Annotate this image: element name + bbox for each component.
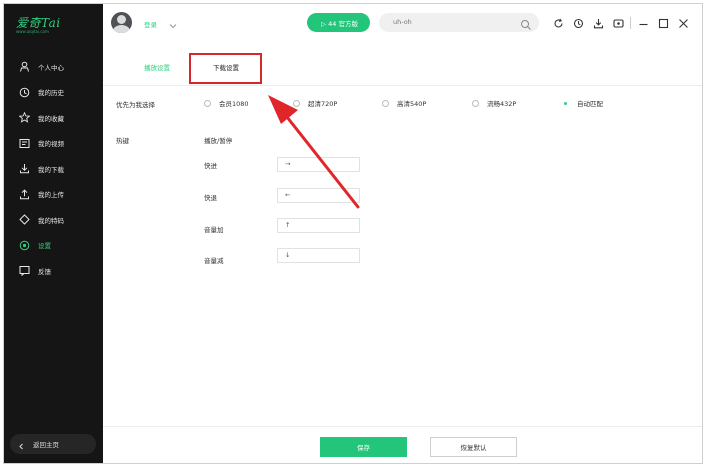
reset-default-button[interactable]: 恢复默认: [430, 437, 517, 457]
login-link[interactable]: 登录: [144, 19, 157, 29]
sidebar-item-label: 我的历史: [38, 89, 64, 98]
radio-option[interactable]: 自动匹配: [562, 98, 603, 108]
sidebar-item-label: 个人中心: [38, 63, 64, 72]
screenshot-frame: 爱奇Tai www.aiqitai.com 个人中心 我的历史 我的收藏 我的视…: [0, 0, 707, 467]
sidebar-item-downloads[interactable]: 我的下载: [4, 156, 103, 182]
settings-panel: 播放设置 下载设置 优先为我选择 会员1080 超清720P 高清540P 流畅…: [103, 42, 702, 463]
feedback-icon: [18, 265, 30, 277]
radio-dot: [562, 100, 569, 107]
sidebar-item-uploads[interactable]: 我的上传: [4, 182, 103, 208]
hotkey-input[interactable]: ←: [277, 188, 360, 203]
clock-icon: [18, 86, 30, 98]
hotkey-label: 热键: [116, 137, 129, 145]
radio-dot: [293, 99, 300, 107]
sidebar-item-settings[interactable]: 设置: [4, 233, 103, 259]
radio-option[interactable]: 会员1080: [204, 98, 249, 108]
hotkey-input[interactable]: →: [277, 157, 360, 172]
person-icon: [18, 61, 30, 73]
sidebar-item-favorites[interactable]: 我的收藏: [4, 105, 103, 131]
star-icon: [18, 112, 30, 124]
radio-label: 超清720P: [308, 100, 338, 108]
top-bar: 登录 ▷ 44 官方版 uh-oh: [103, 4, 702, 42]
radio-label: 会员1080: [219, 100, 249, 108]
search-icon[interactable]: [520, 16, 532, 35]
logo-subtext: www.aiqitai.com: [16, 29, 49, 34]
vip-button-label: ▷ 44 官方版: [321, 19, 358, 28]
tab-play-settings[interactable]: 播放设置: [144, 62, 170, 72]
radio-option[interactable]: 超清720P: [293, 98, 337, 108]
avatar[interactable]: [111, 12, 132, 33]
upload-icon: [18, 188, 30, 200]
window-toolbar: [550, 15, 695, 31]
hotkey-name: 快退: [204, 194, 217, 202]
history-icon[interactable]: [570, 15, 586, 31]
quality-label: 优先为我选择: [116, 101, 155, 109]
radio-dot: [204, 99, 211, 107]
save-button[interactable]: 保存: [320, 437, 407, 457]
radio-label: 流畅432P: [487, 100, 517, 108]
hotkey-name: 快进: [204, 162, 217, 170]
sidebar-nav: 个人中心 我的历史 我的收藏 我的视频 我的下载 我的上传 我的特码 设置 反馈: [4, 54, 103, 284]
chevron-left-icon: [18, 435, 25, 454]
radio-label: 高清540P: [397, 100, 427, 108]
toolbar-divider: [630, 17, 631, 29]
sidebar-item-label: 我的上传: [38, 191, 64, 200]
download-icon: [18, 163, 30, 175]
sidebar-item-label: 我的收藏: [38, 114, 64, 123]
vip-button[interactable]: ▷ 44 官方版: [307, 13, 370, 32]
minimize-icon[interactable]: [635, 15, 651, 31]
download-icon[interactable]: [590, 15, 606, 31]
back-home-button[interactable]: 返回主页: [10, 434, 96, 454]
video-icon: [18, 137, 30, 149]
radio-dot: [472, 99, 479, 107]
app-logo[interactable]: 爱奇Tai www.aiqitai.com: [16, 14, 91, 38]
radio-option[interactable]: 流畅432P: [472, 98, 516, 108]
maximize-icon[interactable]: [655, 15, 671, 31]
hotkey-name: 音量加: [204, 226, 224, 234]
sidebar-item-label: 反馈: [38, 267, 51, 276]
sidebar-item-label: 设置: [38, 242, 51, 251]
app-window: 爱奇Tai www.aiqitai.com 个人中心 我的历史 我的收藏 我的视…: [3, 3, 703, 464]
refresh-icon[interactable]: [550, 15, 566, 31]
back-home-label: 返回主页: [33, 441, 59, 449]
sidebar-item-videos[interactable]: 我的视频: [4, 131, 103, 157]
sidebar-item-label: 我的视频: [38, 140, 64, 149]
footer-bar: 保存 恢复默认: [103, 426, 702, 463]
sidebar: 爱奇Tai www.aiqitai.com 个人中心 我的历史 我的收藏 我的视…: [4, 4, 103, 463]
radio-label: 自动匹配: [577, 100, 603, 108]
sidebar-item-feedback[interactable]: 反馈: [4, 258, 103, 284]
settings-icon: [18, 239, 30, 251]
radio-option[interactable]: 高清540P: [382, 98, 426, 108]
tab-download-settings[interactable]: 下载设置: [213, 62, 239, 72]
hotkey-input[interactable]: ↓: [277, 248, 360, 263]
hotkey-name: 播放/暂停: [204, 137, 233, 145]
hotkey-input[interactable]: ↑: [277, 218, 360, 233]
sidebar-item-history[interactable]: 我的历史: [4, 80, 103, 106]
sidebar-item-codes[interactable]: 我的特码: [4, 207, 103, 233]
screen-icon[interactable]: [610, 15, 626, 31]
search-input[interactable]: uh-oh: [379, 13, 539, 32]
settings-tabs: 播放设置 下载设置: [103, 42, 702, 86]
sidebar-item-label: 我的特码: [38, 216, 64, 225]
radio-dot: [382, 99, 389, 107]
search-input-value: uh-oh: [393, 18, 412, 26]
sidebar-item-label: 我的下载: [38, 165, 64, 174]
chevron-down-icon[interactable]: [169, 14, 177, 33]
close-icon[interactable]: [675, 15, 691, 31]
diamond-icon: [18, 214, 30, 226]
sidebar-item-profile[interactable]: 个人中心: [4, 54, 103, 80]
hotkey-name: 音量减: [204, 257, 224, 265]
